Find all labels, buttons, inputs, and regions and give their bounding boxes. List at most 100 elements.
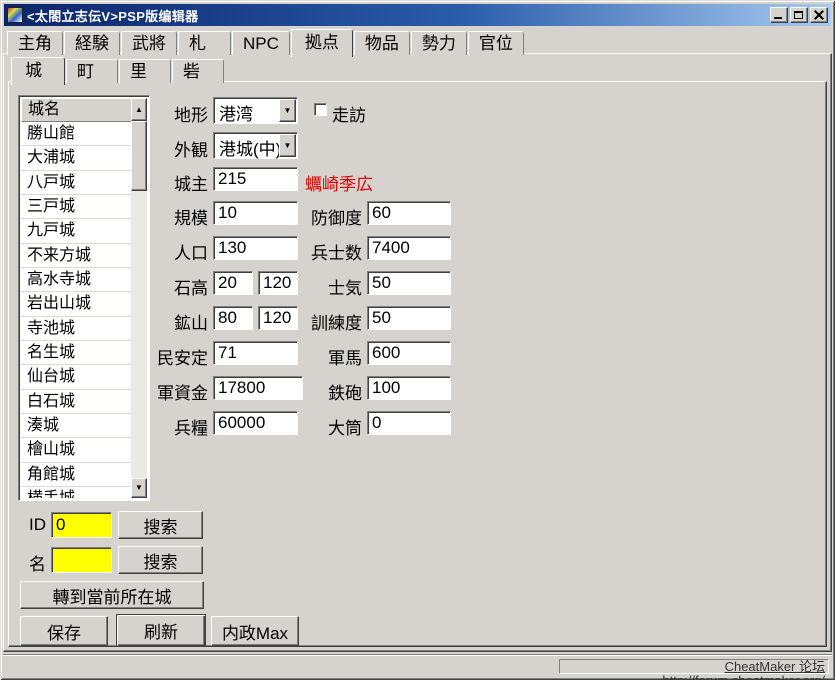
horses-label: 軍馬	[298, 344, 362, 369]
terrain-dropdown[interactable]: 港湾 ▼	[213, 97, 298, 124]
mine-max-field[interactable]	[258, 306, 298, 330]
list-item[interactable]: 高水寺城	[21, 268, 133, 292]
minimize-icon	[774, 17, 782, 19]
chevron-down-icon[interactable]: ▼	[279, 99, 296, 122]
status-bar: CheatMaker 论坛 http://forum.cheatmaker.or…	[3, 654, 832, 677]
visited-label: 走訪	[332, 101, 366, 126]
list-item[interactable]: 角館城	[21, 463, 133, 487]
tab-busho[interactable]: 武將	[121, 31, 177, 55]
tab-shiro[interactable]: 城	[11, 57, 65, 85]
defense-field[interactable]	[367, 201, 451, 225]
sub-tab-bar: 城 町 里 砦	[11, 57, 225, 83]
app-icon	[7, 7, 23, 23]
list-item[interactable]: 九戸城	[21, 219, 133, 243]
list-item[interactable]: 名生城	[21, 341, 133, 365]
funds-label: 軍資金	[128, 379, 208, 404]
tab-seiryoku[interactable]: 勢力	[411, 31, 467, 55]
lord-id-field[interactable]	[213, 167, 298, 191]
list-item[interactable]: 寺池城	[21, 317, 133, 341]
tab-shukaku[interactable]: 主角	[7, 31, 63, 55]
population-label: 人口	[128, 239, 208, 264]
main-tab-bar: 主角 経験 武將 札 NPC 拠点 物品 勢力 官位	[7, 29, 525, 55]
maximize-button[interactable]	[790, 7, 808, 23]
provisions-label: 兵糧	[128, 414, 208, 439]
save-button[interactable]: 保存	[20, 616, 108, 646]
list-item[interactable]: 大浦城	[21, 146, 133, 170]
list-item[interactable]: 八戸城	[21, 171, 133, 195]
mine-current-field[interactable]	[213, 306, 253, 330]
appearance-value: 港城(中)	[219, 135, 281, 160]
kokudaka-current-field[interactable]	[213, 271, 253, 295]
tab-kyoten[interactable]: 拠点	[291, 29, 353, 57]
lord-name-text: 蠣崎季広	[305, 170, 373, 195]
cannons-field[interactable]	[367, 411, 451, 435]
close-button[interactable]	[810, 7, 828, 23]
id-search-input[interactable]	[51, 512, 112, 538]
guns-label: 鉄砲	[298, 379, 362, 404]
tab-buppin[interactable]: 物品	[354, 31, 410, 55]
goto-current-city-button[interactable]: 轉到當前所在城	[20, 581, 204, 609]
stability-field[interactable]	[213, 341, 298, 365]
title-bar[interactable]: <太閤立志伝V>PSP版编辑器	[4, 4, 831, 26]
tab-npc[interactable]: NPC	[232, 31, 290, 55]
horses-field[interactable]	[367, 341, 451, 365]
lord-label: 城主	[128, 170, 208, 195]
name-search-button[interactable]: 搜索	[118, 546, 203, 574]
population-field[interactable]	[213, 236, 298, 260]
kokudaka-max-field[interactable]	[258, 271, 298, 295]
maximize-icon	[794, 11, 803, 19]
minimize-button[interactable]	[770, 7, 788, 23]
list-item[interactable]: 仙台城	[21, 365, 133, 389]
guns-field[interactable]	[367, 376, 451, 400]
tab-toride[interactable]: 砦	[172, 59, 224, 83]
list-item[interactable]: 三戸城	[21, 195, 133, 219]
chevron-down-icon[interactable]: ▼	[279, 134, 296, 157]
city-list-rows: 勝山館 大浦城 八戸城 三戸城 九戸城 不来方城 高水寺城 岩出山城 寺池城 名…	[21, 122, 133, 498]
window-controls	[770, 7, 828, 23]
cannons-label: 大筒	[298, 414, 362, 439]
appearance-dropdown[interactable]: 港城(中) ▼	[213, 132, 298, 159]
funds-field[interactable]	[213, 376, 303, 400]
name-search-input[interactable]	[51, 547, 112, 573]
appearance-label: 外観	[128, 136, 208, 161]
stability-label: 民安定	[128, 344, 208, 369]
provisions-field[interactable]	[213, 411, 298, 435]
visited-checkbox[interactable]	[314, 103, 327, 116]
terrain-label: 地形	[128, 101, 208, 126]
tab-kani[interactable]: 官位	[468, 31, 524, 55]
list-item[interactable]: 岩出山城	[21, 292, 133, 316]
city-list-header: 城名	[21, 98, 133, 122]
morale-label: 士気	[298, 274, 362, 299]
name-label: 名	[18, 550, 46, 575]
list-item[interactable]: 白石城	[21, 390, 133, 414]
scroll-down-icon[interactable]: ▼	[131, 478, 147, 498]
list-item[interactable]: 勝山館	[21, 122, 133, 146]
status-link-panel: CheatMaker 论坛 http://forum.cheatmaker.or…	[559, 659, 829, 674]
id-label: ID	[18, 515, 46, 535]
tab-keiken[interactable]: 経験	[64, 31, 120, 55]
tab-fuda[interactable]: 札	[178, 31, 231, 55]
training-field[interactable]	[367, 306, 451, 330]
kokudaka-label: 石高	[128, 274, 208, 299]
training-label: 訓練度	[298, 309, 362, 334]
soldiers-field[interactable]	[367, 236, 451, 260]
tab-sato[interactable]: 里	[119, 59, 171, 83]
tab-machi[interactable]: 町	[66, 59, 118, 83]
morale-field[interactable]	[367, 271, 451, 295]
app-window: <太閤立志伝V>PSP版编辑器 主角 経験 武將 札 NPC 拠点 物品 勢力 …	[0, 0, 835, 680]
terrain-value: 港湾	[219, 100, 253, 125]
list-item[interactable]: 不来方城	[21, 244, 133, 268]
cheatmaker-forum-link[interactable]: CheatMaker 论坛 http://forum.cheatmaker.or…	[662, 659, 825, 680]
mine-label: 鉱山	[128, 309, 208, 334]
defense-label: 防御度	[298, 204, 362, 229]
close-icon	[814, 10, 824, 20]
list-item[interactable]: 湊城	[21, 414, 133, 438]
naisei-max-button[interactable]: 内政Max	[211, 616, 299, 646]
refresh-button[interactable]: 刷新	[116, 614, 206, 647]
list-item[interactable]: 檜山城	[21, 438, 133, 462]
window-title: <太閤立志伝V>PSP版编辑器	[27, 6, 198, 25]
id-search-button[interactable]: 搜索	[118, 511, 203, 539]
list-item[interactable]: 横手城	[21, 487, 133, 498]
soldiers-label: 兵士数	[298, 239, 362, 264]
scale-field[interactable]	[213, 201, 298, 225]
